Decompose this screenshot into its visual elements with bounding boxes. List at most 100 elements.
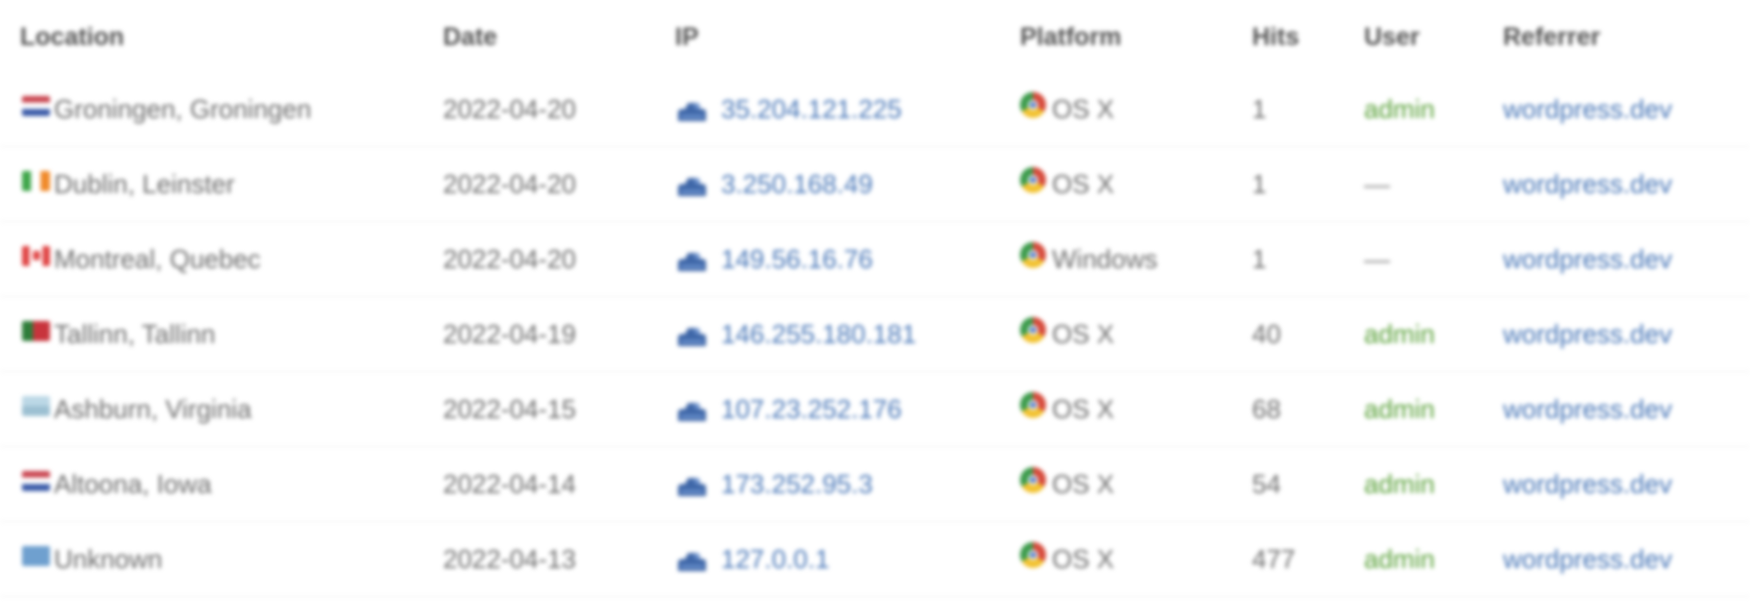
date-cell: 2022-04-20	[443, 93, 576, 124]
country-flag-icon	[22, 96, 50, 116]
chrome-icon	[1020, 92, 1046, 118]
ip-lookup-icon[interactable]	[675, 547, 709, 575]
referrer-link[interactable]: wordpress.dev	[1503, 222, 1672, 296]
hits-cell: 68	[1252, 393, 1281, 424]
referrer-link[interactable]: wordpress.dev	[1503, 297, 1672, 371]
ip-lookup-icon[interactable]	[675, 97, 709, 125]
user-cell[interactable]: admin	[1364, 447, 1435, 521]
ip-cell: 107.23.252.176	[675, 372, 902, 446]
chrome-icon	[1020, 467, 1046, 493]
header-date[interactable]: Date	[443, 0, 497, 72]
date-cell: 2022-04-15	[443, 393, 576, 424]
country-flag-icon	[22, 171, 50, 191]
ip-cell: 127.0.0.1	[675, 522, 829, 596]
location-text: Ashburn, Virginia	[54, 393, 252, 424]
table-row: Altoona, Iowa 2022-04-14 173.252.95.3 OS X 5…	[0, 447, 1750, 522]
hits-cell: 1	[1252, 243, 1267, 274]
header-location[interactable]: Location	[20, 0, 124, 72]
ip-lookup-icon[interactable]	[675, 247, 709, 275]
location-cell: Montreal, Quebec	[22, 222, 261, 296]
platform-text: OS X	[1052, 168, 1115, 199]
table-row: Unknown 2022-04-13 127.0.0.1 OS X 477 admin wo…	[0, 522, 1750, 597]
referrer-link[interactable]: wordpress.dev	[1503, 522, 1672, 596]
ip-link[interactable]: 173.252.95.3	[721, 469, 873, 500]
platform-text: OS X	[1052, 318, 1115, 349]
location-cell: Groningen, Groningen	[22, 72, 311, 146]
user-cell: —	[1364, 168, 1390, 199]
ip-lookup-icon[interactable]	[675, 472, 709, 500]
user-cell: —	[1364, 243, 1390, 274]
ip-lookup-icon[interactable]	[675, 172, 709, 200]
referrer-link[interactable]: wordpress.dev	[1503, 147, 1672, 221]
hits-cell: 477	[1252, 543, 1296, 574]
user-cell[interactable]: admin	[1364, 297, 1435, 371]
chrome-icon	[1020, 167, 1046, 193]
country-flag-icon	[22, 546, 50, 566]
platform-cell: OS X	[1020, 72, 1114, 146]
referrer-link[interactable]: wordpress.dev	[1503, 72, 1672, 146]
location-text: Montreal, Quebec	[54, 243, 261, 274]
platform-text: OS X	[1052, 468, 1115, 499]
location-cell: Tallinn, Tallinn	[22, 297, 215, 371]
header-ip[interactable]: IP	[675, 0, 699, 72]
hits-cell: 40	[1252, 318, 1281, 349]
hits-cell: 1	[1252, 168, 1267, 199]
location-text: Unknown	[54, 543, 163, 574]
date-cell: 2022-04-13	[443, 543, 576, 574]
chrome-icon	[1020, 242, 1046, 268]
hits-cell: 1	[1252, 93, 1267, 124]
table-row: Dublin, Leinster 2022-04-20 3.250.168.49 OS…	[0, 147, 1750, 222]
header-user[interactable]: User	[1364, 0, 1420, 72]
country-flag-icon	[22, 471, 50, 491]
platform-text: OS X	[1052, 393, 1115, 424]
ip-link[interactable]: 3.250.168.49	[721, 169, 873, 200]
table-body: Groningen, Groningen 2022-04-20 35.204.121…	[0, 72, 1750, 597]
referrer-link[interactable]: wordpress.dev	[1503, 372, 1672, 446]
ip-cell: 35.204.121.225	[675, 72, 902, 146]
platform-text: Windows	[1052, 243, 1158, 274]
ip-cell: 149.56.16.76	[675, 222, 873, 296]
ip-link[interactable]: 35.204.121.225	[721, 94, 902, 125]
table-header: Location Date IP Platform Hits User Refe…	[0, 0, 1750, 72]
location-text: Dublin, Leinster	[54, 168, 235, 199]
date-cell: 2022-04-20	[443, 243, 576, 274]
ip-lookup-icon[interactable]	[675, 397, 709, 425]
location-cell: Unknown	[22, 522, 162, 596]
referrer-link[interactable]: wordpress.dev	[1503, 447, 1672, 521]
date-cell: 2022-04-14	[443, 468, 576, 499]
platform-cell: Windows	[1020, 222, 1157, 296]
user-cell[interactable]: admin	[1364, 372, 1435, 446]
ip-link[interactable]: 146.255.180.181	[721, 319, 916, 350]
ip-lookup-icon[interactable]	[675, 322, 709, 350]
platform-text: OS X	[1052, 93, 1115, 124]
ip-link[interactable]: 149.56.16.76	[721, 244, 873, 275]
location-text: Groningen, Groningen	[54, 93, 312, 124]
ip-link[interactable]: 107.23.252.176	[721, 394, 902, 425]
ip-cell: 146.255.180.181	[675, 297, 916, 371]
table-row: Tallinn, Tallinn 2022-04-19 146.255.180.18…	[0, 297, 1750, 372]
header-platform[interactable]: Platform	[1020, 0, 1121, 72]
hits-cell: 54	[1252, 468, 1281, 499]
platform-cell: OS X	[1020, 522, 1114, 596]
user-cell[interactable]: admin	[1364, 72, 1435, 146]
country-flag-icon	[22, 321, 50, 341]
date-cell: 2022-04-20	[443, 168, 576, 199]
table-row: Ashburn, Virginia 2022-04-15 107.23.252.17…	[0, 372, 1750, 447]
table-row: Groningen, Groningen 2022-04-20 35.204.121…	[0, 72, 1750, 147]
chrome-icon	[1020, 542, 1046, 568]
ip-link[interactable]: 127.0.0.1	[721, 544, 829, 575]
location-text: Altoona, Iowa	[54, 468, 212, 499]
country-flag-icon	[22, 396, 50, 416]
header-hits[interactable]: Hits	[1252, 0, 1299, 72]
platform-cell: OS X	[1020, 447, 1114, 521]
visits-table: Location Date IP Platform Hits User Refe…	[0, 0, 1750, 597]
location-text: Tallinn, Tallinn	[54, 318, 216, 349]
user-cell[interactable]: admin	[1364, 522, 1435, 596]
location-cell: Dublin, Leinster	[22, 147, 235, 221]
date-cell: 2022-04-19	[443, 318, 576, 349]
header-referrer[interactable]: Referrer	[1503, 0, 1600, 72]
platform-text: OS X	[1052, 543, 1115, 574]
chrome-icon	[1020, 392, 1046, 418]
platform-cell: OS X	[1020, 297, 1114, 371]
location-cell: Altoona, Iowa	[22, 447, 212, 521]
